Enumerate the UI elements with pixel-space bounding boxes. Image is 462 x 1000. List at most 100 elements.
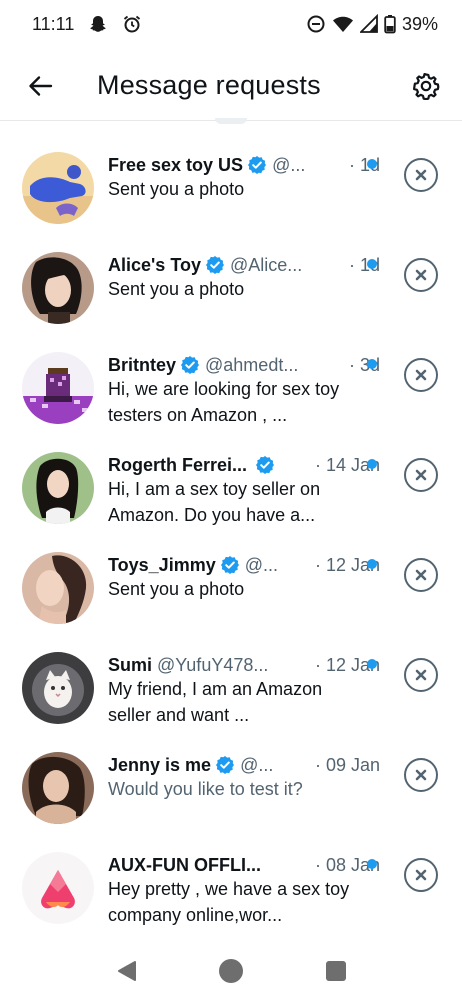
message-preview: Hey pretty , we have a sex toy company o…: [108, 879, 350, 925]
close-icon: [414, 468, 428, 482]
sender-handle: @...: [244, 554, 278, 575]
sender-name: Jenny is me: [108, 754, 212, 775]
sender-name: AUX-FUN OFFLI...: [108, 854, 261, 875]
settings-button[interactable]: [408, 68, 444, 104]
avatar[interactable]: [22, 252, 94, 324]
sender-line: Toys_Jimmy @... · 12 Jan: [108, 552, 380, 578]
battery-percent: 39%: [401, 13, 438, 34]
battery-icon: [384, 14, 396, 34]
avatar[interactable]: [22, 552, 94, 624]
avatar[interactable]: [22, 752, 94, 824]
status-right: 39%: [306, 14, 438, 35]
back-arrow-icon: [27, 73, 53, 99]
status-time: 11:11: [32, 13, 75, 34]
avatar[interactable]: [22, 452, 94, 524]
close-icon: [414, 268, 428, 282]
unread-dot: [367, 359, 377, 369]
cell-signal-icon: [359, 14, 378, 34]
message-preview: Sent you a photo: [108, 179, 245, 199]
avatar[interactable]: [22, 152, 94, 224]
avatar[interactable]: [22, 352, 94, 424]
dismiss-request-button[interactable]: [404, 258, 438, 292]
message-preview: My friend, I am an Amazon seller and wan…: [108, 679, 323, 725]
unread-dot: [367, 159, 377, 169]
sender-name: Sumi: [108, 654, 153, 675]
pull-to-refresh-indicator: [215, 118, 247, 124]
message-preview: Hi, I am a sex toy seller on Amazon. Do …: [108, 479, 321, 525]
nav-home-icon: [218, 958, 244, 984]
sender-line: Free sex toy US @... · 1d: [108, 152, 380, 178]
header: Message requests: [0, 56, 462, 120]
sender-name: Britntey: [108, 354, 177, 375]
nav-recents-button[interactable]: [321, 956, 351, 986]
unread-dot: [367, 559, 377, 569]
unread-dot: [367, 259, 377, 269]
snapchat-ghost-icon: [88, 14, 108, 34]
sender-name: Toys_Jimmy: [108, 554, 216, 575]
page-title: Message requests: [97, 70, 321, 100]
message-request-list: Free sex toy US @... · 1d Sent you a pho…: [0, 126, 462, 926]
sender-handle: @YufuY478...: [157, 654, 269, 675]
sender-name: Free sex toy US: [108, 154, 244, 175]
message-request-row[interactable]: Britntey @ahmedt... · 3d Hi, we are look…: [0, 326, 462, 426]
sender-line: Britntey @ahmedt... · 3d: [108, 352, 380, 378]
status-bar: 11:11 39%: [0, 0, 462, 48]
sender-line: AUX-FUN OFFLI... · 08 Jan: [108, 852, 380, 878]
message-time: · 09 Jan: [314, 754, 380, 775]
gear-icon: [412, 72, 440, 100]
close-icon: [414, 568, 428, 582]
unread-dot: [367, 859, 377, 869]
verified-badge-icon: [180, 355, 200, 375]
message-preview: Hi, we are looking for sex toy testers o…: [108, 379, 340, 425]
message-preview: Would you like to test it?: [108, 779, 303, 799]
nav-back-button[interactable]: [112, 956, 142, 986]
dismiss-request-button[interactable]: [404, 158, 438, 192]
nav-home-button[interactable]: [216, 956, 246, 986]
avatar[interactable]: [22, 852, 94, 924]
sender-line: Alice's Toy @Alice... · 1d: [108, 252, 380, 278]
avatar[interactable]: [22, 652, 94, 724]
message-preview: Sent you a photo: [108, 279, 245, 299]
wifi-icon: [332, 14, 354, 34]
close-icon: [414, 168, 428, 182]
message-request-row[interactable]: Jenny is me @... · 09 Jan Would you like…: [0, 726, 462, 826]
message-request-row[interactable]: Alice's Toy @Alice... · 1d Sent you a ph…: [0, 226, 462, 326]
sender-name: Rogerth Ferrei...: [108, 454, 248, 475]
message-request-row[interactable]: Free sex toy US @... · 1d Sent you a pho…: [0, 126, 462, 226]
close-icon: [414, 368, 428, 382]
sender-handle: @Alice...: [229, 254, 303, 275]
message-request-row[interactable]: Rogerth Ferrei... · 14 Jan Hi, I am a se…: [0, 426, 462, 526]
verified-badge-icon: [247, 155, 267, 175]
sender-name: Alice's Toy: [108, 254, 201, 275]
alarm-icon: [122, 14, 142, 34]
dismiss-request-button[interactable]: [404, 558, 438, 592]
sender-line: Rogerth Ferrei... · 14 Jan: [108, 452, 380, 478]
status-left: 11:11: [32, 14, 142, 35]
do-not-disturb-icon: [306, 14, 326, 34]
sender-line: Jenny is me @... · 09 Jan: [108, 752, 380, 778]
nav-back-icon: [115, 959, 139, 983]
dismiss-request-button[interactable]: [404, 858, 438, 892]
sender-handle: @...: [272, 154, 306, 175]
message-request-row[interactable]: AUX-FUN OFFLI... · 08 Jan Hey pretty , w…: [0, 826, 462, 926]
verified-badge-icon: [220, 555, 240, 575]
dismiss-request-button[interactable]: [404, 358, 438, 392]
verified-badge-icon: [255, 455, 275, 475]
close-icon: [414, 668, 428, 682]
unread-dot: [367, 459, 377, 469]
verified-badge-icon: [215, 755, 235, 775]
back-button[interactable]: [22, 68, 58, 104]
dismiss-request-button[interactable]: [404, 758, 438, 792]
verified-badge-icon: [205, 255, 225, 275]
message-request-row[interactable]: Sumi @YufuY478... · 12 Jan My friend, I …: [0, 626, 462, 726]
dismiss-request-button[interactable]: [404, 458, 438, 492]
message-request-row[interactable]: Toys_Jimmy @... · 12 Jan Sent you a phot…: [0, 526, 462, 626]
sender-handle: @...: [240, 754, 274, 775]
close-icon: [414, 868, 428, 882]
close-icon: [414, 768, 428, 782]
nav-recents-icon: [325, 960, 347, 982]
sender-line: Sumi @YufuY478... · 12 Jan: [108, 652, 380, 678]
dismiss-request-button[interactable]: [404, 658, 438, 692]
unread-dot: [367, 659, 377, 669]
message-preview: Sent you a photo: [108, 579, 245, 599]
